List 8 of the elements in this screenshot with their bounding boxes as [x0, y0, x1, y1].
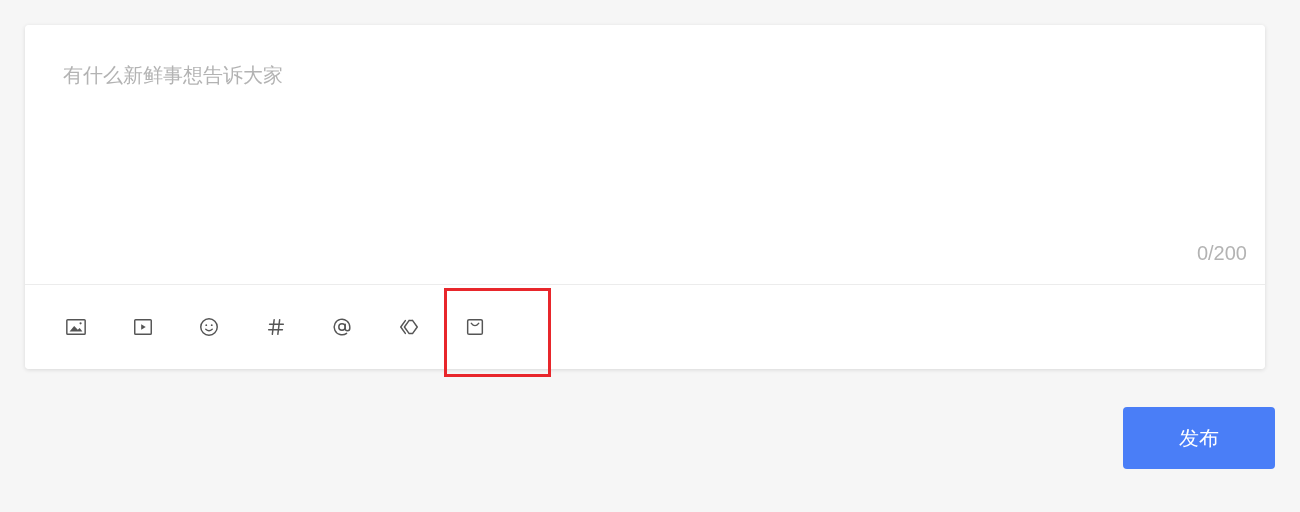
publish-button[interactable]: 发布: [1123, 407, 1275, 469]
post-field[interactable]: 有什么新鲜事想告诉大家 0/200: [25, 25, 1265, 285]
character-counter: 0/200: [1196, 241, 1247, 266]
shopping-bag-icon: [464, 316, 486, 338]
at-sign-icon: [331, 316, 353, 338]
image-icon: [65, 316, 87, 338]
play-icon: [131, 316, 154, 338]
smiley-icon: [198, 316, 220, 338]
